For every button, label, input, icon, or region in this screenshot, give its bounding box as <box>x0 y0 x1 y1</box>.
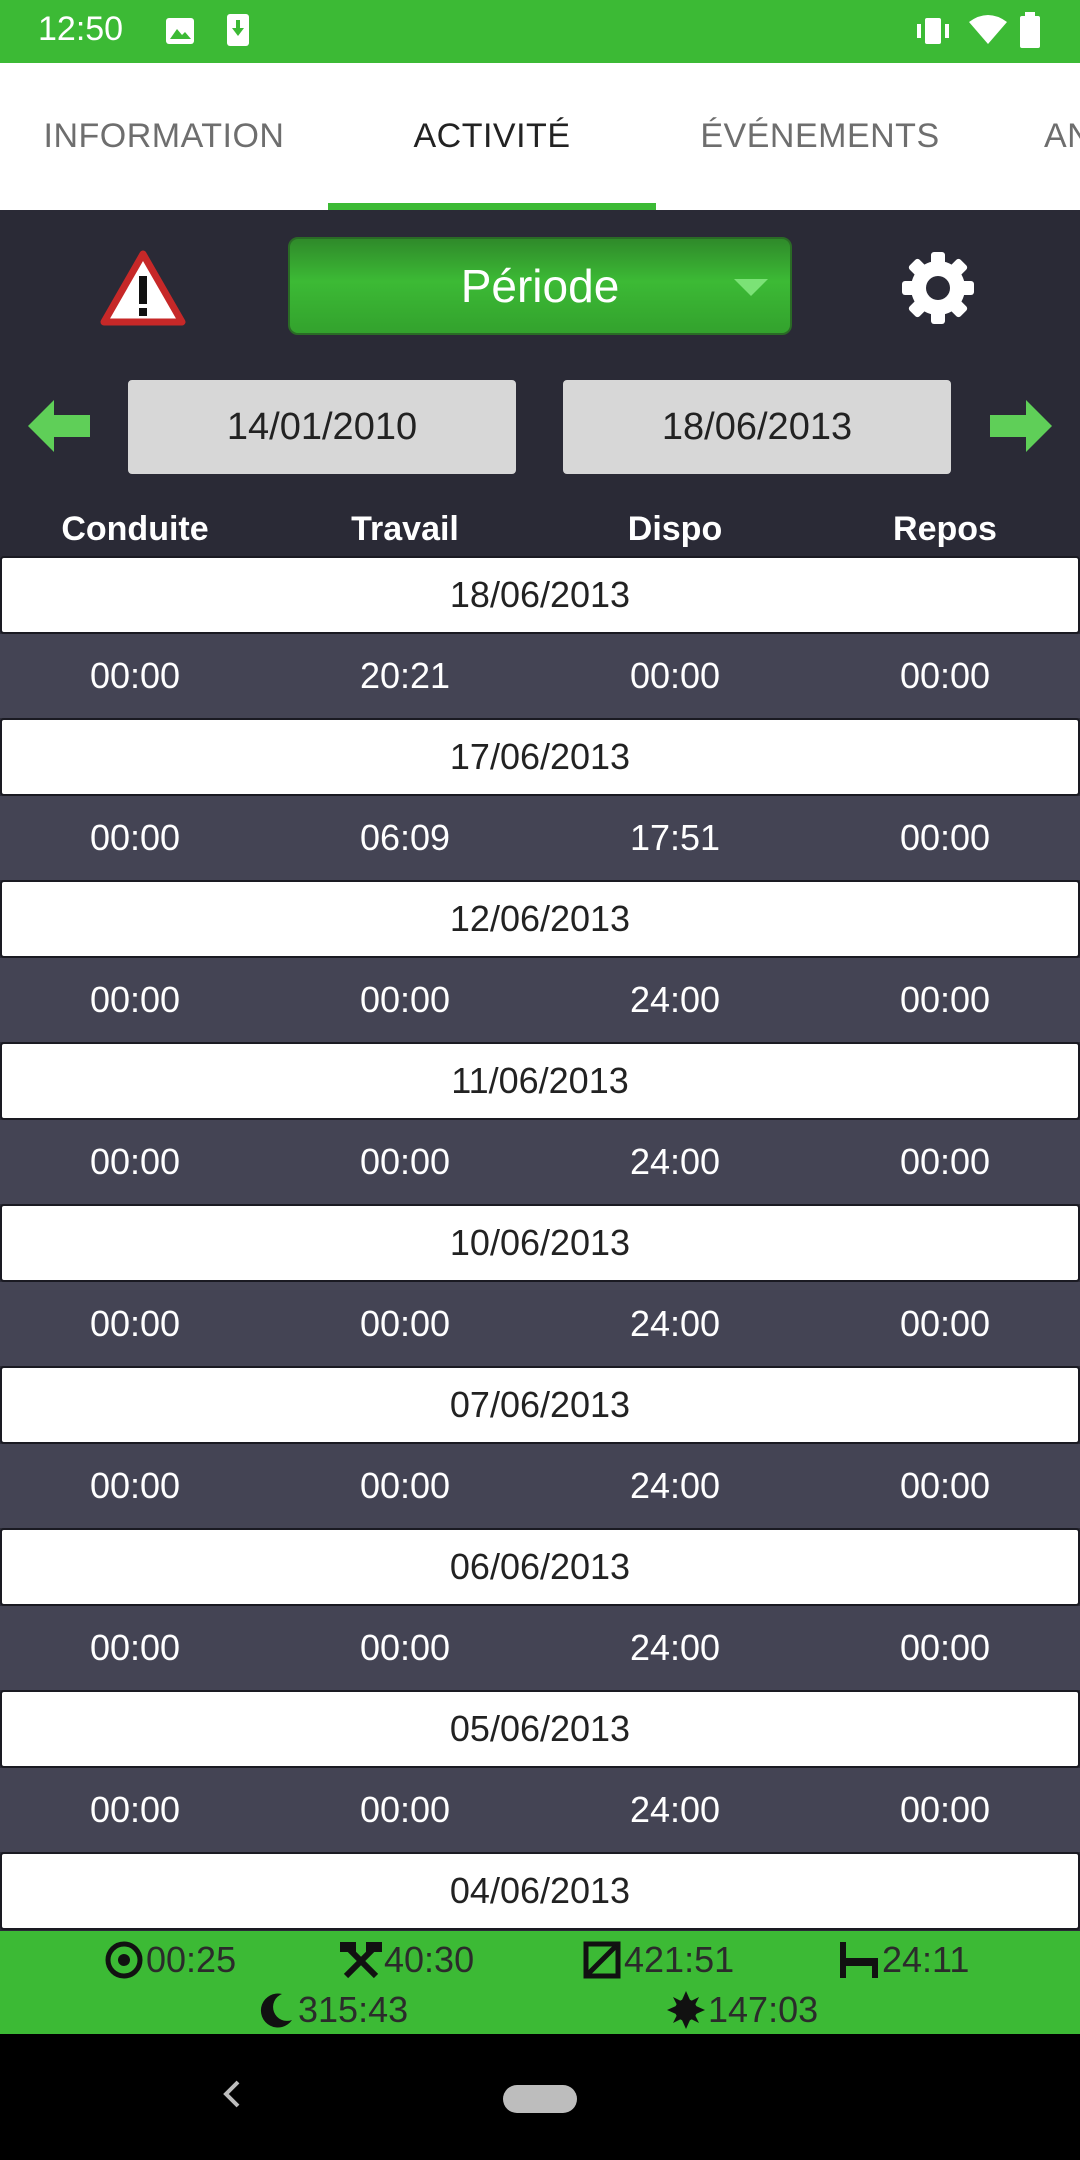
tab-activite[interactable]: ACTIVITÉ <box>328 63 656 210</box>
warning-icon[interactable] <box>100 250 186 326</box>
hammers-icon <box>340 1942 382 1979</box>
activity-list[interactable]: 18/06/2013 00:00 20:21 00:00 00:00 17/06… <box>0 556 1080 1931</box>
dropdown-arrow-icon <box>734 279 768 296</box>
date-row[interactable]: 12/06/2013 <box>0 880 1080 958</box>
repos-value: 00:00 <box>899 655 991 696</box>
date-row[interactable]: 11/06/2013 <box>0 1042 1080 1120</box>
image-notification-icon <box>166 18 194 44</box>
repos-value: 00:00 <box>899 1789 991 1830</box>
conduite-value: 00:00 <box>89 1627 181 1668</box>
status-time: 12:50 <box>38 10 124 48</box>
values-row[interactable]: 00:00 20:21 00:00 00:00 <box>0 634 1080 718</box>
summary-rest-value: 24:11 <box>882 1939 970 1980</box>
download-notification-icon <box>227 14 249 46</box>
end-date-field[interactable]: 18/06/2013 <box>563 380 951 474</box>
values-row[interactable]: 00:00 00:00 24:00 00:00 <box>0 1120 1080 1204</box>
conduite-value: 00:00 <box>89 1789 181 1830</box>
values-row[interactable]: 00:00 06:09 17:51 00:00 <box>0 796 1080 880</box>
tab-evenements[interactable]: ÉVÉNEMENTS <box>656 63 984 210</box>
travail-value: 00:00 <box>359 1627 451 1668</box>
summary-work: 40:30 <box>340 1939 474 1981</box>
conduite-value: 00:00 <box>89 817 181 858</box>
next-period-arrow-icon[interactable] <box>990 400 1052 452</box>
dispo-value: 17:51 <box>629 817 721 858</box>
values-row[interactable]: 00:00 00:00 24:00 00:00 <box>0 1282 1080 1366</box>
tab-bar: INFORMATION ACTIVITÉ ÉVÉNEMENTS AN <box>0 63 1080 210</box>
dispo-value: 24:00 <box>629 1141 721 1182</box>
travail-value: 00:00 <box>359 1303 451 1344</box>
date-row[interactable]: 10/06/2013 <box>0 1204 1080 1282</box>
date-row[interactable]: 06/06/2013 <box>0 1528 1080 1606</box>
column-header-dispo: Dispo <box>627 510 723 548</box>
active-tab-indicator <box>328 203 656 210</box>
date-row[interactable]: 04/06/2013 <box>0 1852 1080 1930</box>
bed-icon <box>840 1942 878 1978</box>
travail-value: 20:21 <box>359 655 451 696</box>
tab-information[interactable]: INFORMATION <box>0 63 328 210</box>
repos-value: 00:00 <box>899 1303 991 1344</box>
availability-icon <box>583 1941 621 1979</box>
column-header-travail: Travail <box>351 510 459 548</box>
values-row[interactable]: 00:00 00:00 24:00 00:00 <box>0 1606 1080 1690</box>
travail-value: 00:00 <box>359 979 451 1020</box>
previous-period-arrow-icon[interactable] <box>28 400 90 452</box>
column-header-repos: Repos <box>893 510 997 548</box>
dispo-value: 24:00 <box>629 1303 721 1344</box>
travail-value: 06:09 <box>359 817 451 858</box>
travail-value: 00:00 <box>359 1789 451 1830</box>
conduite-value: 00:00 <box>89 1465 181 1506</box>
dispo-value: 24:00 <box>629 1627 721 1668</box>
dispo-value: 24:00 <box>629 1465 721 1506</box>
date-row[interactable]: 17/06/2013 <box>0 718 1080 796</box>
moon-icon <box>260 1993 292 2028</box>
vibrate-icon <box>917 18 949 44</box>
start-date-field[interactable]: 14/01/2010 <box>128 380 516 474</box>
period-dropdown[interactable]: Période <box>288 237 792 335</box>
summary-driving-value: 00:25 <box>146 1939 237 1980</box>
repos-value: 00:00 <box>899 1141 991 1182</box>
dispo-value: 00:00 <box>629 655 721 696</box>
travail-value: 00:00 <box>359 1465 451 1506</box>
date-row[interactable]: 07/06/2013 <box>0 1366 1080 1444</box>
conduite-value: 00:00 <box>89 655 181 696</box>
home-pill-button[interactable] <box>503 2085 577 2113</box>
gear-icon[interactable] <box>900 250 976 326</box>
summary-night: 315:43 <box>256 1989 408 2031</box>
values-row[interactable]: 00:00 00:00 24:00 00:00 <box>0 958 1080 1042</box>
date-row[interactable]: 18/06/2013 <box>0 556 1080 634</box>
conduite-value: 00:00 <box>89 979 181 1020</box>
steering-wheel-icon <box>105 1941 143 1979</box>
dispo-value: 24:00 <box>629 979 721 1020</box>
tab-an[interactable]: AN <box>984 63 1080 210</box>
summary-availability-value: 421:51 <box>624 1939 735 1980</box>
repos-value: 00:00 <box>899 1465 991 1506</box>
values-row[interactable]: 00:00 00:00 24:00 00:00 <box>0 1444 1080 1528</box>
repos-value: 00:00 <box>899 817 991 858</box>
back-icon[interactable] <box>220 2078 244 2110</box>
values-row[interactable]: 00:00 00:00 24:00 00:00 <box>0 1768 1080 1852</box>
summary-bar: 00:25 40:30 421:51 24:11 315:43 147:03 <box>0 1931 1080 2034</box>
dispo-value: 24:00 <box>629 1789 721 1830</box>
column-header-conduite: Conduite <box>61 510 209 548</box>
date-row[interactable]: 05/06/2013 <box>0 1690 1080 1768</box>
travail-value: 00:00 <box>359 1141 451 1182</box>
summary-day-value: 147:03 <box>708 1989 819 2030</box>
summary-driving: 00:25 <box>104 1939 236 1981</box>
sun-icon <box>667 1991 705 2029</box>
repos-value: 00:00 <box>899 1627 991 1668</box>
summary-work-value: 40:30 <box>384 1939 475 1980</box>
period-label: Période <box>460 260 620 312</box>
summary-rest: 24:11 <box>838 1939 969 1981</box>
conduite-value: 00:00 <box>89 1303 181 1344</box>
battery-icon <box>1020 12 1040 48</box>
summary-availability: 421:51 <box>582 1939 734 1981</box>
wifi-icon <box>969 15 1007 44</box>
conduite-value: 00:00 <box>89 1141 181 1182</box>
summary-day: 147:03 <box>666 1989 818 2031</box>
summary-night-value: 315:43 <box>298 1989 409 2030</box>
repos-value: 00:00 <box>899 979 991 1020</box>
status-bar: 12:50 <box>0 0 1080 63</box>
